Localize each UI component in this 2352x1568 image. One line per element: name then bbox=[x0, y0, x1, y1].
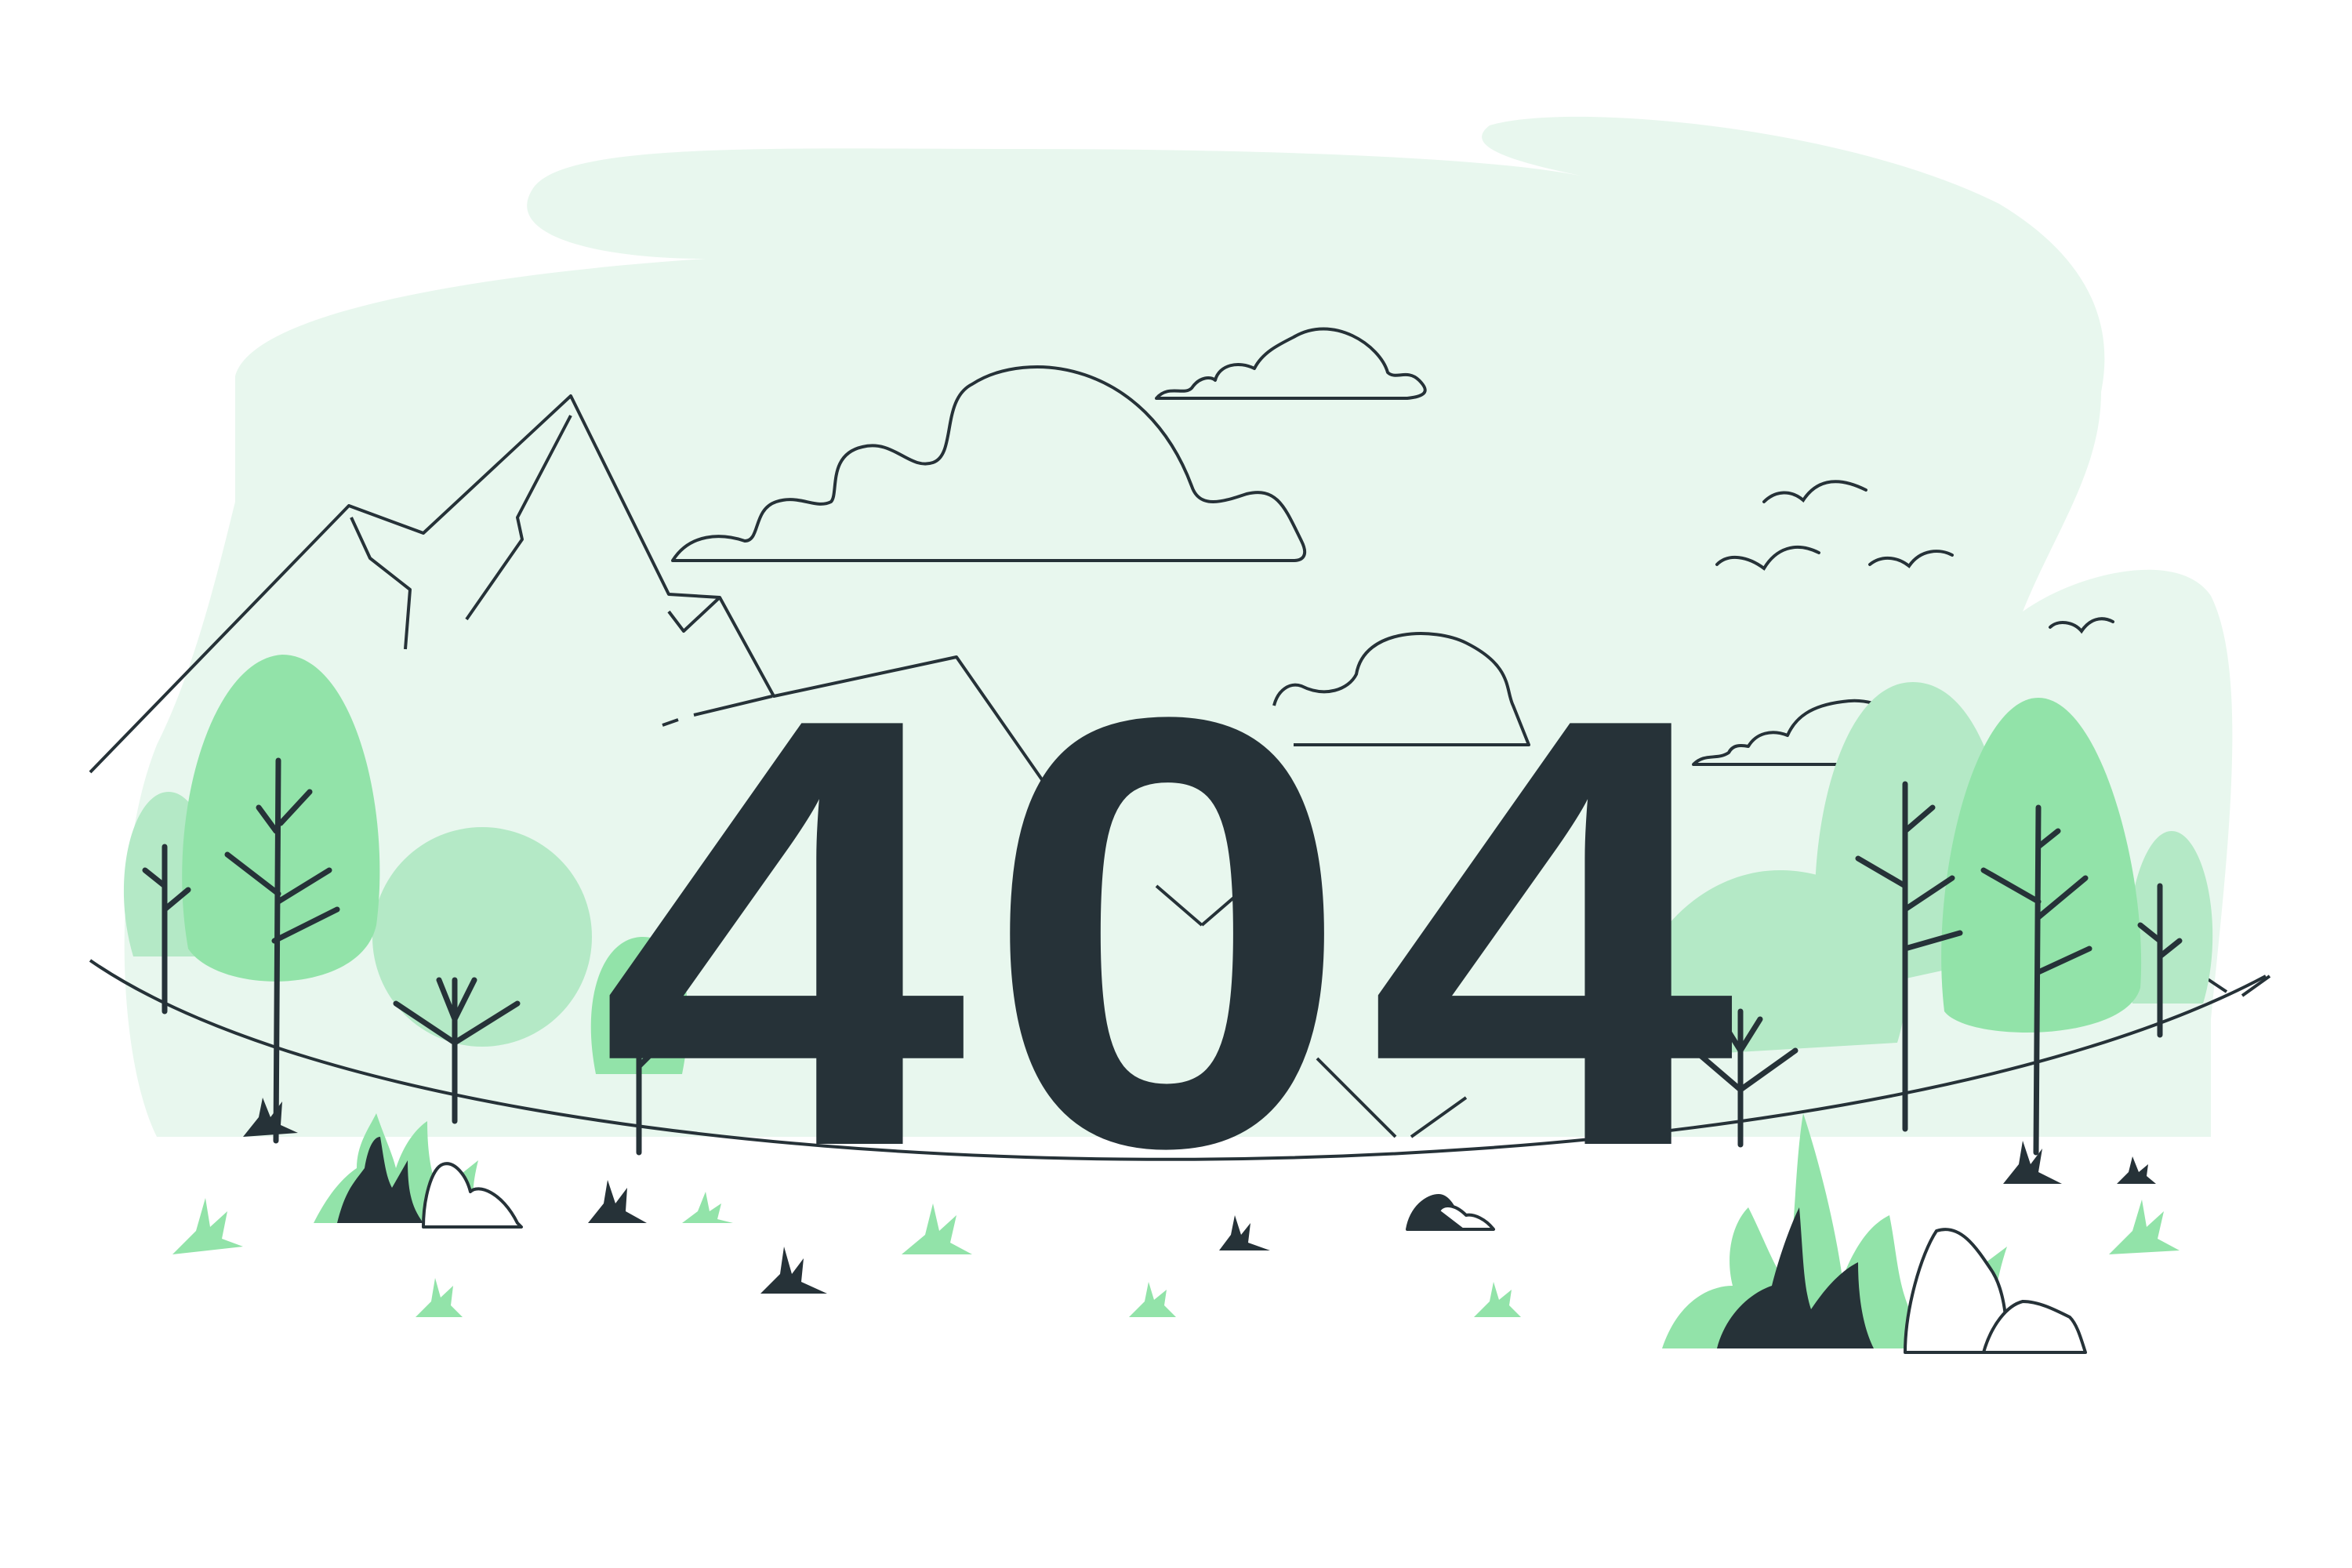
grass-tuft bbox=[416, 1278, 463, 1317]
grass-tuft bbox=[1129, 1282, 1176, 1317]
grass-tuft bbox=[1474, 1282, 1521, 1317]
error-code-404: 404 bbox=[599, 591, 1753, 1274]
